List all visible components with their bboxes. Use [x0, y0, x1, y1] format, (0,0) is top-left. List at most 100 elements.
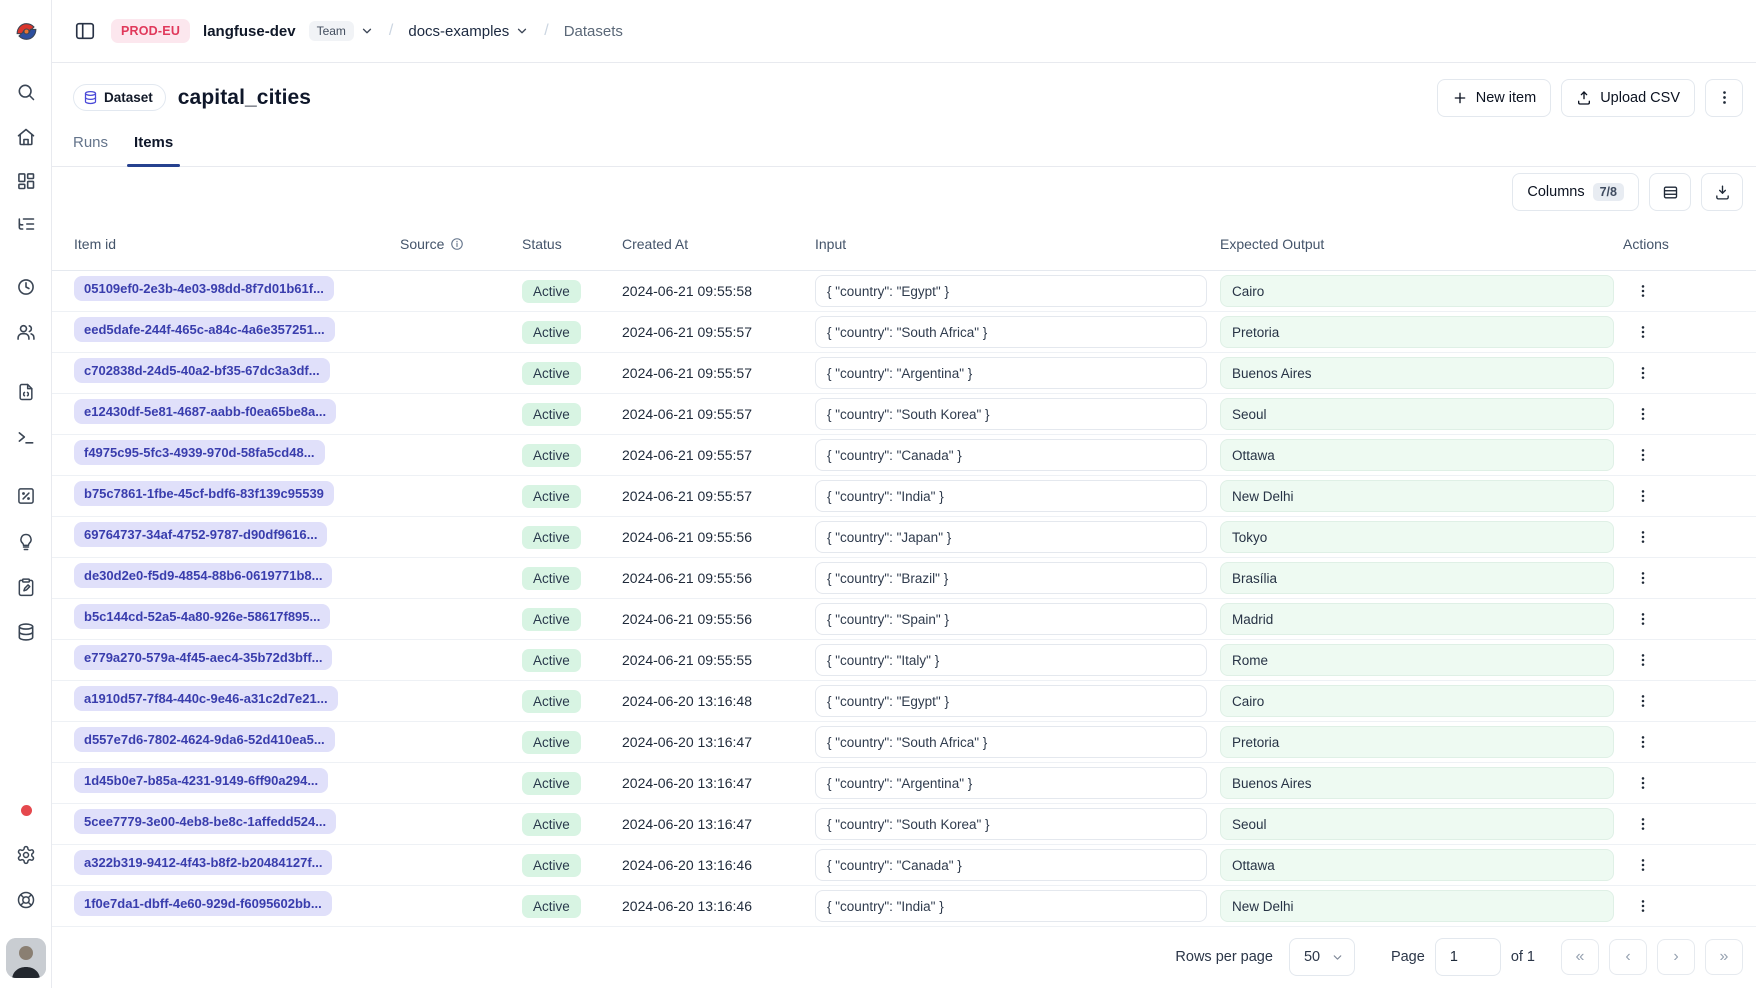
previous-page-button[interactable]: ‹ — [1609, 939, 1647, 975]
next-page-button[interactable]: › — [1657, 939, 1695, 975]
item-id-pill[interactable]: b5c144cd-52a5-4a80-926e-58617f895... — [74, 604, 330, 629]
item-id-pill[interactable]: d557e7d6-7802-4624-9da6-52d410ea5... — [74, 727, 335, 752]
input-cell-box[interactable]: { "country": "South Korea" } — [815, 808, 1207, 840]
item-id-pill[interactable]: 1f0e7da1-dbff-4e60-929d-f6095602bb... — [74, 891, 332, 916]
row-actions-menu-button[interactable] — [1629, 523, 1657, 551]
table-row[interactable]: 05109ef0-2e3b-4e03-98dd-8f7d01b61f... Ac… — [52, 271, 1756, 312]
expected-output-box[interactable]: Brasília — [1220, 562, 1614, 594]
item-id-pill[interactable]: a1910d57-7f84-440c-9e46-a31c2d7e21... — [74, 686, 338, 711]
table-row[interactable]: de30d2e0-f5d9-4854-88b6-0619771b8... Act… — [52, 558, 1756, 599]
sidebar-item-tracing[interactable] — [6, 206, 46, 242]
sidebar-item-sessions[interactable] — [6, 269, 46, 305]
input-cell-box[interactable]: { "country": "Brazil" } — [815, 562, 1207, 594]
input-cell-box[interactable]: { "country": "Egypt" } — [815, 685, 1207, 717]
page-number-input[interactable] — [1435, 938, 1501, 976]
table-row[interactable]: eed5dafe-244f-465c-a84c-4a6e357251... Ac… — [52, 312, 1756, 353]
breadcrumb-section[interactable]: Datasets — [564, 23, 623, 40]
columns-button[interactable]: Columns 7/8 — [1512, 173, 1639, 211]
expected-output-box[interactable]: Ottawa — [1220, 849, 1614, 881]
user-avatar[interactable] — [6, 938, 46, 978]
item-id-pill[interactable]: eed5dafe-244f-465c-a84c-4a6e357251... — [74, 317, 335, 342]
input-cell-box[interactable]: { "country": "Argentina" } — [815, 357, 1207, 389]
item-id-pill[interactable]: 1d45b0e7-b85a-4231-9149-6ff90a294... — [74, 768, 328, 793]
row-actions-menu-button[interactable] — [1629, 851, 1657, 879]
row-actions-menu-button[interactable] — [1629, 441, 1657, 469]
row-actions-menu-button[interactable] — [1629, 400, 1657, 428]
input-cell-box[interactable]: { "country": "South Africa" } — [815, 726, 1207, 758]
expected-output-box[interactable]: Tokyo — [1220, 521, 1614, 553]
table-row[interactable]: d557e7d6-7802-4624-9da6-52d410ea5... Act… — [52, 722, 1756, 763]
sidebar-item-users[interactable] — [6, 314, 46, 350]
sidebar-item-search[interactable] — [6, 74, 46, 110]
breadcrumb-project-switcher[interactable]: docs-examples — [408, 23, 529, 40]
tab-items[interactable]: Items — [134, 118, 173, 166]
row-actions-menu-button[interactable] — [1629, 687, 1657, 715]
table-row[interactable]: e779a270-579a-4f45-aec4-35b72d3bff... Ac… — [52, 640, 1756, 681]
sidebar-item-dashboards[interactable] — [6, 163, 46, 199]
new-item-button[interactable]: New item — [1437, 79, 1551, 117]
tab-runs[interactable]: Runs — [73, 118, 108, 166]
sidebar-item-support[interactable] — [6, 882, 46, 918]
expected-output-box[interactable]: Cairo — [1220, 275, 1614, 307]
input-cell-box[interactable]: { "country": "Italy" } — [815, 644, 1207, 676]
expected-output-box[interactable]: Seoul — [1220, 398, 1614, 430]
input-cell-box[interactable]: { "country": "India" } — [815, 480, 1207, 512]
recording-status-indicator[interactable] — [6, 792, 46, 828]
table-row[interactable]: a1910d57-7f84-440c-9e46-a31c2d7e21... Ac… — [52, 681, 1756, 722]
input-cell-box[interactable]: { "country": "Egypt" } — [815, 275, 1207, 307]
expected-output-box[interactable]: Pretoria — [1220, 316, 1614, 348]
expected-output-box[interactable]: New Delhi — [1220, 480, 1614, 512]
row-actions-menu-button[interactable] — [1629, 318, 1657, 346]
input-cell-box[interactable]: { "country": "India" } — [815, 890, 1207, 922]
row-actions-menu-button[interactable] — [1629, 646, 1657, 674]
sidebar-item-insights[interactable] — [6, 524, 46, 560]
input-cell-box[interactable]: { "country": "Spain" } — [815, 603, 1207, 635]
item-id-pill[interactable]: f4975c95-5fc3-4939-970d-58fa5cd48... — [74, 440, 325, 465]
expected-output-box[interactable]: Cairo — [1220, 685, 1614, 717]
item-id-pill[interactable]: a322b319-9412-4f43-b8f2-b20484127f... — [74, 850, 332, 875]
sidebar-item-home[interactable] — [6, 119, 46, 155]
item-id-pill[interactable]: e779a270-579a-4f45-aec4-35b72d3bff... — [74, 645, 332, 670]
expected-output-box[interactable]: Buenos Aires — [1220, 357, 1614, 389]
row-actions-menu-button[interactable] — [1629, 810, 1657, 838]
row-actions-menu-button[interactable] — [1629, 359, 1657, 387]
table-row[interactable]: 5cee7779-3e00-4eb8-be8c-1affedd524... Ac… — [52, 804, 1756, 845]
input-cell-box[interactable]: { "country": "Canada" } — [815, 439, 1207, 471]
row-actions-menu-button[interactable] — [1629, 728, 1657, 756]
item-id-pill[interactable]: 5cee7779-3e00-4eb8-be8c-1affedd524... — [74, 809, 336, 834]
input-cell-box[interactable]: { "country": "South Korea" } — [815, 398, 1207, 430]
input-cell-box[interactable]: { "country": "South Africa" } — [815, 316, 1207, 348]
input-cell-box[interactable]: { "country": "Argentina" } — [815, 767, 1207, 799]
table-row[interactable]: b75c7861-1fbe-45cf-bdf6-83f139c95539 Act… — [52, 476, 1756, 517]
expected-output-box[interactable]: Rome — [1220, 644, 1614, 676]
sidebar-item-prompts[interactable] — [6, 374, 46, 410]
row-actions-menu-button[interactable] — [1629, 769, 1657, 797]
table-row[interactable]: a322b319-9412-4f43-b8f2-b20484127f... Ac… — [52, 845, 1756, 886]
info-icon[interactable] — [450, 237, 464, 251]
last-page-button[interactable]: » — [1705, 939, 1743, 975]
item-id-pill[interactable]: e12430df-5e81-4687-aabb-f0ea65be8a... — [74, 399, 336, 424]
input-cell-box[interactable]: { "country": "Japan" } — [815, 521, 1207, 553]
sidebar-item-evaluators[interactable] — [6, 478, 46, 514]
table-row[interactable]: 1f0e7da1-dbff-4e60-929d-f6095602bb... Ac… — [52, 886, 1756, 927]
item-id-pill[interactable]: de30d2e0-f5d9-4854-88b6-0619771b8... — [74, 563, 332, 588]
breadcrumb-org[interactable]: langfuse-dev — [203, 23, 296, 40]
expected-output-box[interactable]: Ottawa — [1220, 439, 1614, 471]
sidebar-toggle-button[interactable] — [72, 18, 98, 44]
export-button[interactable] — [1701, 173, 1743, 211]
rows-per-page-select[interactable]: 50 — [1289, 938, 1355, 976]
expected-output-box[interactable]: Seoul — [1220, 808, 1614, 840]
item-id-pill[interactable]: 69764737-34af-4752-9787-d90df9616... — [74, 522, 327, 547]
table-row[interactable]: c702838d-24d5-40a2-bf35-67dc3a3df... Act… — [52, 353, 1756, 394]
table-row[interactable]: 69764737-34af-4752-9787-d90df9616... Act… — [52, 517, 1756, 558]
row-actions-menu-button[interactable] — [1629, 482, 1657, 510]
dataset-actions-menu-button[interactable] — [1705, 79, 1743, 117]
first-page-button[interactable]: « — [1561, 939, 1599, 975]
input-cell-box[interactable]: { "country": "Canada" } — [815, 849, 1207, 881]
row-actions-menu-button[interactable] — [1629, 564, 1657, 592]
expected-output-box[interactable]: Buenos Aires — [1220, 767, 1614, 799]
item-id-pill[interactable]: c702838d-24d5-40a2-bf35-67dc3a3df... — [74, 358, 330, 383]
table-row[interactable]: b5c144cd-52a5-4a80-926e-58617f895... Act… — [52, 599, 1756, 640]
row-actions-menu-button[interactable] — [1629, 892, 1657, 920]
sidebar-item-playground[interactable] — [6, 419, 46, 455]
